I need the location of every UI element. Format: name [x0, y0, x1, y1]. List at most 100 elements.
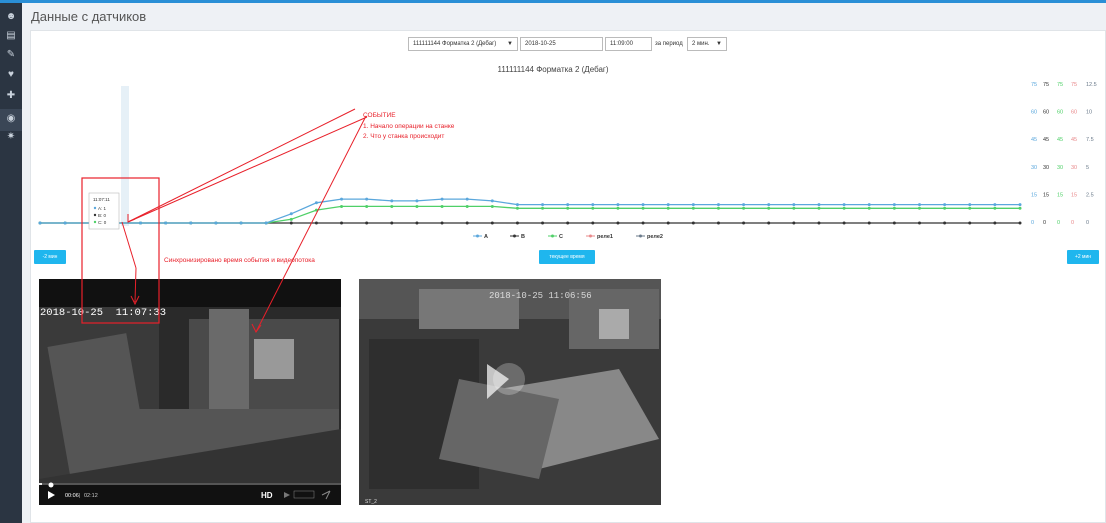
data-point-a[interactable] — [616, 203, 620, 207]
data-point-b[interactable] — [616, 221, 620, 225]
legend-label-реле2[interactable]: реле2 — [647, 234, 663, 240]
data-point-b[interactable] — [515, 221, 519, 225]
data-point-c[interactable] — [591, 206, 595, 210]
data-point-c[interactable] — [641, 206, 645, 210]
data-point-b[interactable] — [742, 221, 746, 225]
data-point-c[interactable] — [892, 206, 896, 210]
data-point-c[interactable] — [767, 206, 771, 210]
data-point-b[interactable] — [314, 221, 318, 225]
data-point-a[interactable] — [189, 221, 193, 225]
data-point-b[interactable] — [943, 221, 947, 225]
data-point-a[interactable] — [214, 221, 218, 225]
data-point-c[interactable] — [515, 206, 519, 210]
data-point-c[interactable] — [917, 206, 921, 210]
data-point-a[interactable] — [1018, 203, 1022, 207]
data-point-c[interactable] — [792, 206, 796, 210]
data-point-a[interactable] — [917, 203, 921, 207]
data-point-a[interactable] — [139, 221, 143, 225]
data-point-c[interactable] — [314, 208, 318, 212]
data-point-b[interactable] — [817, 221, 821, 225]
data-point-b[interactable] — [566, 221, 570, 225]
data-point-a[interactable] — [415, 199, 419, 203]
data-point-a[interactable] — [440, 197, 444, 201]
data-point-b[interactable] — [892, 221, 896, 225]
data-point-b[interactable] — [340, 221, 344, 225]
data-point-a[interactable] — [239, 221, 243, 225]
data-point-a[interactable] — [490, 199, 494, 203]
data-point-c[interactable] — [716, 206, 720, 210]
data-point-b[interactable] — [867, 221, 871, 225]
data-point-a[interactable] — [792, 203, 796, 207]
data-point-a[interactable] — [390, 199, 394, 203]
data-point-a[interactable] — [993, 203, 997, 207]
data-point-b[interactable] — [465, 221, 469, 225]
data-point-a[interactable] — [465, 197, 469, 201]
data-point-a[interactable] — [666, 203, 670, 207]
data-point-c[interactable] — [390, 204, 394, 208]
video-player-1[interactable]: 00:06 | 02:12 HD 2018-10-25 11:07:33 — [39, 279, 341, 505]
data-point-b[interactable] — [289, 221, 293, 225]
data-point-c[interactable] — [817, 206, 821, 210]
data-point-b[interactable] — [666, 221, 670, 225]
data-point-c[interactable] — [666, 206, 670, 210]
data-point-a[interactable] — [264, 221, 268, 225]
data-point-c[interactable] — [465, 204, 469, 208]
data-point-b[interactable] — [1018, 221, 1022, 225]
data-point-a[interactable] — [541, 203, 545, 207]
data-point-b[interactable] — [490, 221, 494, 225]
data-point-a[interactable] — [691, 203, 695, 207]
data-point-a[interactable] — [842, 203, 846, 207]
data-point-b[interactable] — [641, 221, 645, 225]
video-player-2[interactable]: ST_2 2018-10-25 11:06:56 — [359, 279, 661, 505]
data-point-b[interactable] — [440, 221, 444, 225]
data-point-a[interactable] — [817, 203, 821, 207]
legend-label-a[interactable]: A — [484, 234, 488, 240]
data-point-c[interactable] — [289, 217, 293, 221]
data-point-c[interactable] — [993, 206, 997, 210]
data-point-c[interactable] — [867, 206, 871, 210]
hd-badge[interactable]: HD — [261, 491, 273, 500]
data-point-b[interactable] — [541, 221, 545, 225]
data-point-c[interactable] — [490, 204, 494, 208]
data-point-a[interactable] — [38, 221, 42, 225]
data-point-a[interactable] — [968, 203, 972, 207]
data-point-b[interactable] — [365, 221, 369, 225]
legend-label-b[interactable]: B — [521, 234, 525, 240]
legend-label-c[interactable]: C — [559, 234, 563, 240]
current-time-button[interactable]: текущее время — [539, 250, 595, 264]
data-point-a[interactable] — [591, 203, 595, 207]
data-point-c[interactable] — [943, 206, 947, 210]
data-point-c[interactable] — [842, 206, 846, 210]
data-point-a[interactable] — [641, 203, 645, 207]
prev-period-button[interactable]: -2 мин — [34, 250, 66, 264]
data-point-a[interactable] — [767, 203, 771, 207]
data-point-a[interactable] — [867, 203, 871, 207]
video-1-scrubber[interactable] — [48, 482, 54, 488]
data-point-c[interactable] — [1018, 206, 1022, 210]
data-point-b[interactable] — [792, 221, 796, 225]
data-point-c[interactable] — [566, 206, 570, 210]
data-point-a[interactable] — [314, 201, 318, 205]
data-point-c[interactable] — [541, 206, 545, 210]
data-point-b[interactable] — [842, 221, 846, 225]
data-point-a[interactable] — [289, 212, 293, 216]
data-point-a[interactable] — [63, 221, 67, 225]
next-period-button[interactable]: +2 мин — [1067, 250, 1099, 264]
data-point-c[interactable] — [968, 206, 972, 210]
data-point-b[interactable] — [390, 221, 394, 225]
data-point-c[interactable] — [340, 204, 344, 208]
data-point-b[interactable] — [993, 221, 997, 225]
data-point-c[interactable] — [616, 206, 620, 210]
data-point-b[interactable] — [767, 221, 771, 225]
data-point-a[interactable] — [365, 197, 369, 201]
data-point-a[interactable] — [716, 203, 720, 207]
data-point-c[interactable] — [440, 204, 444, 208]
data-point-a[interactable] — [164, 221, 168, 225]
data-point-b[interactable] — [968, 221, 972, 225]
data-point-b[interactable] — [415, 221, 419, 225]
data-point-c[interactable] — [365, 204, 369, 208]
data-point-c[interactable] — [742, 206, 746, 210]
data-point-c[interactable] — [415, 204, 419, 208]
data-point-c[interactable] — [691, 206, 695, 210]
data-point-b[interactable] — [716, 221, 720, 225]
